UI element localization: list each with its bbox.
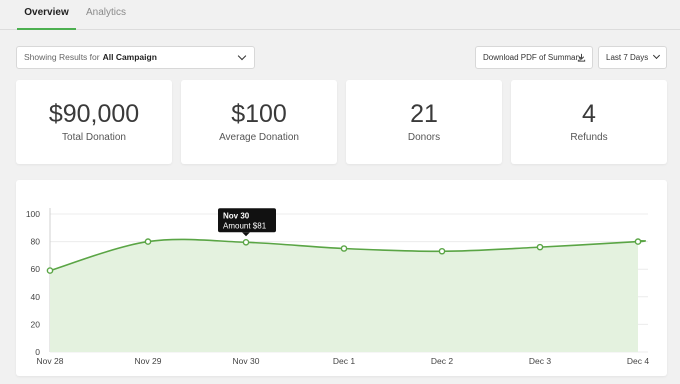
y-tick-label: 40 [31,292,41,302]
stat-card-refunds: 4 Refunds [511,80,667,164]
campaign-select-value: All Campaign [102,52,157,62]
stat-card-total-donation: $90,000 Total Donation [16,80,172,164]
date-range-label: Last 7 Days [606,53,649,62]
chevron-down-icon [237,51,247,61]
y-tick-label: 20 [31,319,41,329]
stat-value: $90,000 [48,100,140,128]
campaign-select-prefix: Showing Results for [24,52,100,62]
stat-label: Total Donation [62,132,126,143]
stat-value: 21 [410,100,438,128]
chevron-down-icon [652,51,661,60]
stat-label: Donors [407,132,441,143]
stat-card-average-donation: $100 Average Donation [181,80,337,164]
tooltip-title: Nov 30 [223,211,250,220]
stat-label: Refunds [570,132,608,143]
tab-overview[interactable]: Overview [17,7,76,30]
tab-bar: Overview Analytics [0,0,680,30]
donation-chart-panel: 0 20 40 60 80 100 Nov 28 Nov 29 Nov 30 Dec 1 Dec 2… [16,180,667,376]
y-tick-label: 60 [31,264,41,274]
date-range-select[interactable]: Last 7 Days [598,46,667,69]
x-tick-label: Dec 4 [627,356,649,366]
data-point [46,267,54,274]
y-tick-label: 100 [26,209,40,219]
data-point [144,238,152,245]
tooltip-arrow [242,232,250,237]
tab-analytics[interactable]: Analytics [86,7,126,30]
donation-area-chart: 020406080100Nov 28 Nov 29 Nov 30 Dec 1 Dec 2… [26,208,649,366]
x-tick-label: Dec 1 [333,356,355,366]
download-icon [577,53,586,62]
stat-label: Average Donation [219,132,299,143]
x-tick-label: Dec 2 [431,356,453,366]
area-fill [50,239,646,352]
stat-value: 4 [582,100,596,128]
stat-card-donors: 21 Donors [346,80,502,164]
data-point [438,247,446,255]
x-tick-label: Dec 3 [529,356,551,366]
y-tick-label: 80 [31,237,41,247]
x-tick-label: Nov 29 [135,356,162,366]
tooltip-text: Amount $81 [223,221,267,230]
x-tick-label: Nov 28 [37,356,64,366]
data-point [536,243,544,251]
download-pdf-label: Download PDF of Summary [483,53,583,62]
campaign-select[interactable]: Showing Results for All Campaign [16,46,255,69]
data-point [242,238,250,246]
x-tick-label: Nov 30 [233,356,260,366]
data-point [340,245,348,252]
stat-value: $100 [231,100,287,128]
download-pdf-button[interactable]: Download PDF of Summary [475,46,593,69]
data-point [634,238,642,245]
